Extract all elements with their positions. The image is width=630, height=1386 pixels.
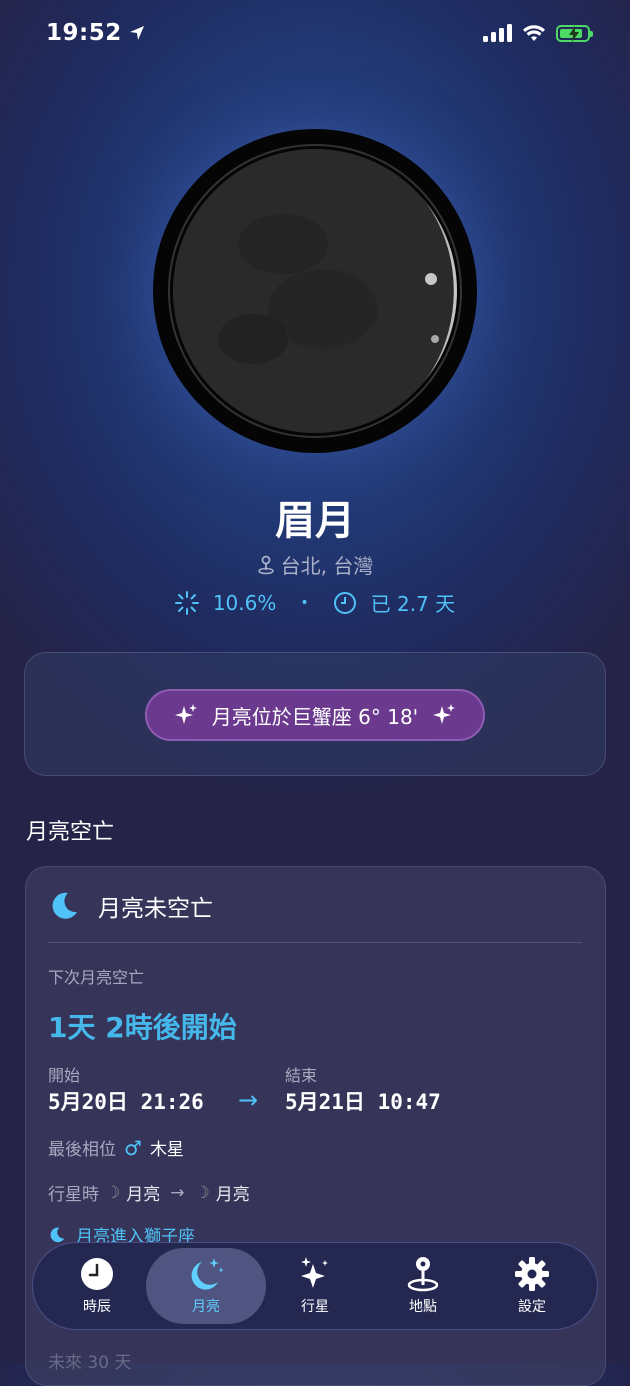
tab-label: 時辰 <box>83 1299 111 1315</box>
next-30-days-link[interactable]: 未來 30 天 <box>48 1348 131 1373</box>
sparkle-icon <box>433 704 456 724</box>
gear-icon <box>515 1257 549 1291</box>
start-value: 5月20日 21:26 <box>48 1090 204 1114</box>
sparkle-icon <box>174 704 197 724</box>
arrow-right-icon: → <box>238 1086 259 1114</box>
planet-hour-label: 行星時 <box>48 1185 99 1205</box>
tab-hours[interactable]: 時辰 <box>42 1248 152 1324</box>
clock-icon <box>333 591 356 614</box>
crescent-moon-icon <box>52 892 77 919</box>
last-aspect-value: 木星 <box>149 1140 184 1160</box>
sparkles-icon <box>301 1257 328 1288</box>
location-pin-icon <box>257 555 274 574</box>
zodiac-pill[interactable]: 月亮位於巨蟹座 6° 18' <box>145 689 485 741</box>
illumination-icon <box>174 590 199 615</box>
arrow-right-icon: → <box>170 1182 185 1203</box>
moon-age-value: 已 2.7 天 <box>370 592 456 616</box>
last-aspect-row: 最後相位 ♂ 木星 <box>48 1135 184 1161</box>
end-value: 5月21日 10:47 <box>285 1090 441 1114</box>
void-countdown: 1天 2時後開始 <box>48 1011 237 1044</box>
moon-phase-title: 眉月 <box>275 498 355 544</box>
tab-label: 地點 <box>409 1299 437 1315</box>
status-time: 19:52 <box>46 20 146 46</box>
planet-hour-row: 行星時 ☽ 月亮 → ☽ 月亮 <box>48 1180 250 1206</box>
section-title: 月亮空亡 <box>26 820 115 845</box>
wifi-icon <box>523 25 545 41</box>
clock-icon <box>81 1258 113 1290</box>
moon-phase-image <box>173 149 457 433</box>
crescent-moon-icon <box>50 1227 65 1242</box>
divider <box>48 942 582 943</box>
location-text: 台北, 台灣 <box>280 554 374 578</box>
tab-label: 設定 <box>518 1299 546 1315</box>
moon-symbol-icon: ☽ <box>194 1182 210 1203</box>
illumination-value: 10.6% <box>212 590 277 615</box>
planet-hour-to: 月亮 <box>215 1185 250 1205</box>
tab-planets[interactable]: 行星 <box>260 1248 370 1324</box>
signal-icon <box>483 24 512 42</box>
tab-settings[interactable]: 設定 <box>477 1248 587 1324</box>
moon-stats: 10.6% • 已 2.7 天 <box>0 588 630 617</box>
stats-separator: • <box>300 594 309 611</box>
location-pin-icon <box>407 1257 439 1292</box>
location-label: 台北, 台灣 <box>0 550 630 579</box>
location-arrow-icon <box>129 26 144 40</box>
tab-location[interactable]: 地點 <box>368 1248 478 1324</box>
moon-stars-icon <box>191 1258 224 1290</box>
jupiter-symbol-icon: ♂ <box>124 1135 142 1160</box>
planet-hour-from: 月亮 <box>126 1185 161 1205</box>
status-indicators <box>483 24 593 42</box>
tab-label: 月亮 <box>192 1299 220 1315</box>
end-label: 結束 <box>285 1066 318 1085</box>
battery-icon <box>556 24 593 42</box>
moon-symbol-icon: ☽ <box>105 1182 121 1203</box>
zodiac-text: 月亮位於巨蟹座 6° 18' <box>211 704 419 729</box>
last-aspect-label: 最後相位 <box>48 1140 116 1160</box>
start-label: 開始 <box>48 1066 81 1085</box>
next-void-label: 下次月亮空亡 <box>48 968 145 987</box>
tab-label: 行星 <box>301 1299 329 1315</box>
void-status: 月亮未空亡 <box>48 889 213 923</box>
void-status-text: 月亮未空亡 <box>98 896 213 922</box>
tab-moon[interactable]: 月亮 <box>146 1248 266 1324</box>
